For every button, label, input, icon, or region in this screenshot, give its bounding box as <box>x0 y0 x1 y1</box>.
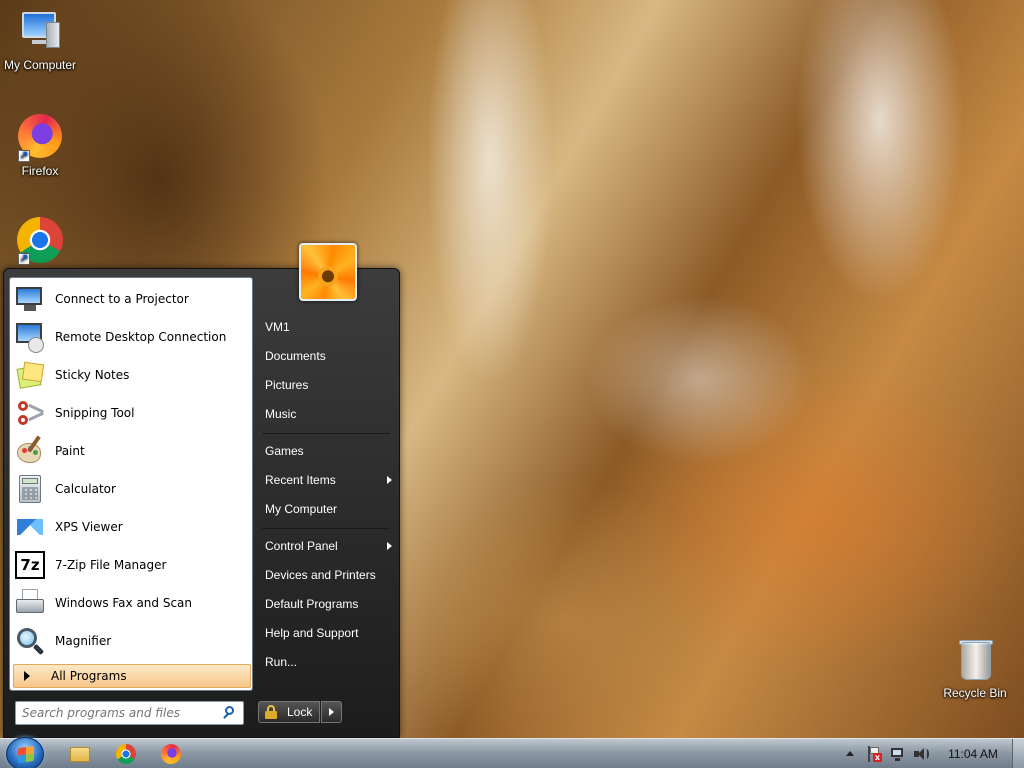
search-input[interactable] <box>15 701 244 725</box>
calculator-icon <box>14 473 46 505</box>
firefox-icon: ↗ <box>16 114 64 162</box>
menu-item-my-computer[interactable]: My Computer <box>260 496 394 522</box>
7zip-icon: 7z <box>14 549 46 581</box>
menu-item-vm1[interactable]: VM1 <box>260 314 394 340</box>
program-label: Magnifier <box>55 634 112 648</box>
menu-item-run[interactable]: Run... <box>260 649 394 675</box>
menu-item-label: Default Programs <box>265 597 359 611</box>
menu-item-label: Control Panel <box>265 539 338 553</box>
program-xps-viewer[interactable]: XPS Viewer <box>13 509 251 545</box>
menu-item-label: Music <box>265 407 297 421</box>
menu-item-help-and-support[interactable]: Help and Support <box>260 620 394 646</box>
firefox-icon[interactable] <box>161 744 181 764</box>
network-icon[interactable] <box>890 746 906 762</box>
menu-item-documents[interactable]: Documents <box>260 343 394 369</box>
menu-item-pictures[interactable]: Pictures <box>260 372 394 398</box>
program-magnifier[interactable]: Magnifier <box>13 623 251 659</box>
menu-item-label: Run... <box>265 655 298 669</box>
program-7zip[interactable]: 7z 7-Zip File Manager <box>13 547 251 583</box>
program-calculator[interactable]: Calculator <box>13 471 251 507</box>
menu-item-recent-items[interactable]: Recent Items <box>260 467 394 493</box>
programs-pane: Connect to a Projector Remote Desktop Co… <box>9 277 253 691</box>
chrome-icon[interactable] <box>116 744 136 764</box>
all-programs-label: All Programs <box>51 669 127 683</box>
show-desktop-button[interactable] <box>1012 739 1024 768</box>
volume-icon[interactable] <box>913 746 929 762</box>
magnifier-icon <box>14 625 46 657</box>
clock[interactable]: 11:04 AM <box>936 739 1010 768</box>
program-fax-and-scan[interactable]: Windows Fax and Scan <box>13 585 251 621</box>
fax-icon <box>14 587 46 619</box>
windows-logo-icon <box>18 745 34 764</box>
program-label: 7-Zip File Manager <box>55 558 167 572</box>
triangle-right-icon <box>329 708 334 716</box>
menu-item-default-programs[interactable]: Default Programs <box>260 591 394 617</box>
program-label: Calculator <box>55 482 116 496</box>
menu-item-label: My Computer <box>265 502 338 516</box>
desktop-icon-my-computer[interactable]: My Computer <box>0 8 80 72</box>
menu-separator <box>262 433 390 434</box>
menu-item-label: Games <box>265 444 304 458</box>
desktop-icon-label: My Computer <box>3 58 77 72</box>
user-avatar[interactable] <box>299 243 357 301</box>
program-snipping-tool[interactable]: Snipping Tool <box>13 395 251 431</box>
lock-button[interactable]: Lock <box>258 701 320 723</box>
sticky-notes-icon <box>14 359 46 391</box>
program-label: Connect to a Projector <box>55 292 189 306</box>
paint-palette-icon <box>14 435 46 467</box>
all-programs-button[interactable]: All Programs <box>13 664 251 688</box>
action-center-flag-icon[interactable]: x <box>866 746 882 762</box>
start-button[interactable] <box>6 737 44 768</box>
recycle-bin-icon <box>951 636 999 684</box>
program-label: Snipping Tool <box>55 406 135 420</box>
menu-item-music[interactable]: Music <box>260 401 394 427</box>
menu-item-label: Pictures <box>265 378 309 392</box>
submenu-arrow-icon <box>387 542 392 550</box>
shutdown-options-button[interactable] <box>321 701 342 723</box>
program-paint[interactable]: Paint <box>13 433 251 469</box>
taskbar: x 11:04 AM <box>0 737 1024 768</box>
menu-separator <box>262 528 390 529</box>
scissors-icon <box>14 397 46 429</box>
desktop-icon-label: Recycle Bin <box>943 686 1007 700</box>
remote-desktop-icon <box>14 321 46 353</box>
program-label: Paint <box>55 444 85 458</box>
program-remote-desktop[interactable]: Remote Desktop Connection <box>13 319 251 355</box>
chrome-icon: ↗ <box>16 217 64 265</box>
program-label: Remote Desktop Connection <box>55 330 227 344</box>
projector-icon <box>14 283 46 315</box>
computer-icon <box>16 8 64 56</box>
submenu-arrow-icon <box>387 476 392 484</box>
lock-label: Lock <box>287 705 313 719</box>
flower-picture-icon <box>301 245 355 299</box>
start-menu: Connect to a Projector Remote Desktop Co… <box>3 243 400 738</box>
shortcut-arrow-icon: ↗ <box>18 150 30 162</box>
program-label: Sticky Notes <box>55 368 130 382</box>
program-sticky-notes[interactable]: Sticky Notes <box>13 357 251 393</box>
desktop-icon-recycle-bin[interactable]: Recycle Bin <box>935 636 1015 700</box>
menu-item-devices-and-printers[interactable]: Devices and Printers <box>260 562 394 588</box>
show-hidden-icons-arrow[interactable] <box>846 751 854 756</box>
menu-item-label: Recent Items <box>265 473 336 487</box>
triangle-right-icon <box>24 671 30 681</box>
search-icon[interactable] <box>222 706 236 720</box>
menu-item-label: Devices and Printers <box>265 568 376 582</box>
program-label: Windows Fax and Scan <box>55 596 193 610</box>
menu-item-label: VM1 <box>265 320 290 334</box>
xps-viewer-icon <box>14 511 46 543</box>
menu-item-games[interactable]: Games <box>260 438 394 464</box>
menu-item-control-panel[interactable]: Control Panel <box>260 533 394 559</box>
menu-item-label: Help and Support <box>265 626 359 640</box>
program-connect-to-projector[interactable]: Connect to a Projector <box>13 281 251 317</box>
desktop-icon-label: Firefox <box>21 164 59 178</box>
lock-icon <box>263 705 279 719</box>
folder-icon[interactable] <box>70 747 90 762</box>
shortcut-arrow-icon: ↗ <box>18 253 30 265</box>
program-label: XPS Viewer <box>55 520 123 534</box>
desktop-icon-chrome[interactable]: ↗ <box>0 216 80 267</box>
menu-item-label: Documents <box>265 349 326 363</box>
desktop-icon-firefox[interactable]: ↗ Firefox <box>0 112 80 178</box>
